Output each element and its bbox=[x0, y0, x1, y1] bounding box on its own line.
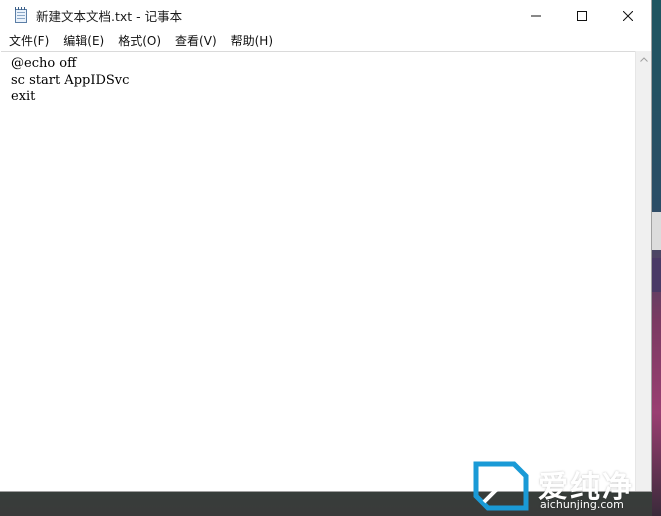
caption-buttons bbox=[513, 0, 651, 31]
desktop-background bbox=[652, 0, 661, 516]
notepad-icon[interactable] bbox=[14, 7, 28, 24]
watermark: 爱纯净 aichunjing.com bbox=[470, 458, 660, 516]
close-icon bbox=[623, 10, 633, 21]
watermark-logo-icon bbox=[473, 461, 529, 511]
menu-format[interactable]: 格式(O) bbox=[112, 31, 167, 51]
menu-view[interactable]: 查看(V) bbox=[169, 31, 223, 51]
maximize-button[interactable] bbox=[559, 0, 605, 31]
desktop-window-fragment bbox=[652, 212, 661, 250]
menu-file[interactable]: 文件(F) bbox=[3, 31, 55, 51]
menu-bar: 文件(F) 编辑(E) 格式(O) 查看(V) 帮助(H) bbox=[0, 31, 651, 51]
close-button[interactable] bbox=[605, 0, 651, 31]
title-bar[interactable]: 新建文本文档.txt - 记事本 bbox=[0, 0, 651, 31]
vertical-scrollbar[interactable] bbox=[635, 51, 651, 491]
text-editor[interactable]: @echo off sc start AppIDSvc exit bbox=[1, 51, 635, 491]
notepad-window: 新建文本文档.txt - 记事本 文件(F) 编辑(E) 格式(O) 查看(V)… bbox=[0, 0, 652, 492]
editor-line: sc start AppIDSvc bbox=[11, 72, 130, 88]
watermark-url: aichunjing.com bbox=[540, 498, 624, 511]
desktop-window-fragment bbox=[652, 258, 661, 292]
scroll-up-button[interactable] bbox=[636, 51, 652, 68]
chevron-up-icon bbox=[640, 57, 648, 62]
minimize-button[interactable] bbox=[513, 0, 559, 31]
maximize-icon bbox=[577, 10, 587, 21]
minimize-icon bbox=[531, 15, 541, 16]
menu-edit[interactable]: 编辑(E) bbox=[57, 31, 110, 51]
window-title: 新建文本文档.txt - 记事本 bbox=[36, 9, 183, 24]
editor-line: exit bbox=[11, 89, 36, 104]
menu-help[interactable]: 帮助(H) bbox=[225, 31, 279, 51]
editor-line: @echo off bbox=[11, 56, 77, 71]
